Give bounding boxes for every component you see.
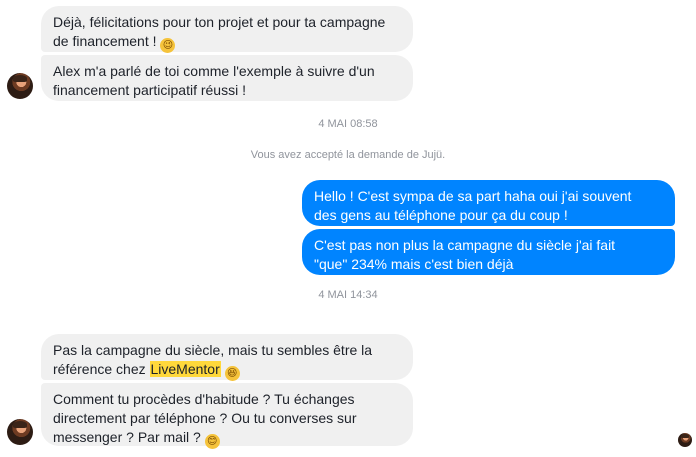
laughing-face-icon: 😆	[224, 366, 240, 381]
read-receipt-avatar	[678, 433, 692, 447]
message-text: Déjà, félicitations pour ton projet et p…	[53, 14, 386, 49]
message-timestamp: 4 MAI 14:34	[318, 289, 378, 301]
message-timestamp: 4 MAI 08:58	[318, 118, 378, 130]
message-bubble-incoming[interactable]: Pas la campagne du siècle, mais tu sembl…	[41, 334, 413, 381]
contact-avatar[interactable]	[7, 419, 33, 445]
message-bubble-incoming[interactable]: Comment tu procèdes d'habitude ? Tu écha…	[41, 383, 413, 449]
message-bubble-outgoing[interactable]: Hello ! C'est sympa de sa part haha oui …	[302, 180, 675, 226]
message-bubble-outgoing[interactable]: C'est pas non plus la campagne du siècle…	[302, 229, 675, 275]
message-text: C'est pas non plus la campagne du siècle…	[314, 237, 616, 272]
highlighted-mention: LiveMentor	[149, 361, 221, 377]
message-bubble-incoming[interactable]: Alex m'a parlé de toi comme l'exemple à …	[41, 55, 413, 101]
message-text: Hello ! C'est sympa de sa part haha oui …	[314, 188, 632, 223]
contact-avatar[interactable]	[7, 73, 33, 99]
smiling-face-icon: 😊	[204, 434, 220, 449]
system-notice: Vous avez accepté la demande de Jujü.	[250, 149, 446, 161]
message-text: Comment tu procèdes d'habitude ? Tu écha…	[53, 391, 357, 445]
winking-face-icon: 😉	[160, 38, 176, 53]
message-bubble-incoming[interactable]: Déjà, félicitations pour ton projet et p…	[41, 6, 413, 53]
message-text: Alex m'a parlé de toi comme l'exemple à …	[53, 63, 375, 98]
